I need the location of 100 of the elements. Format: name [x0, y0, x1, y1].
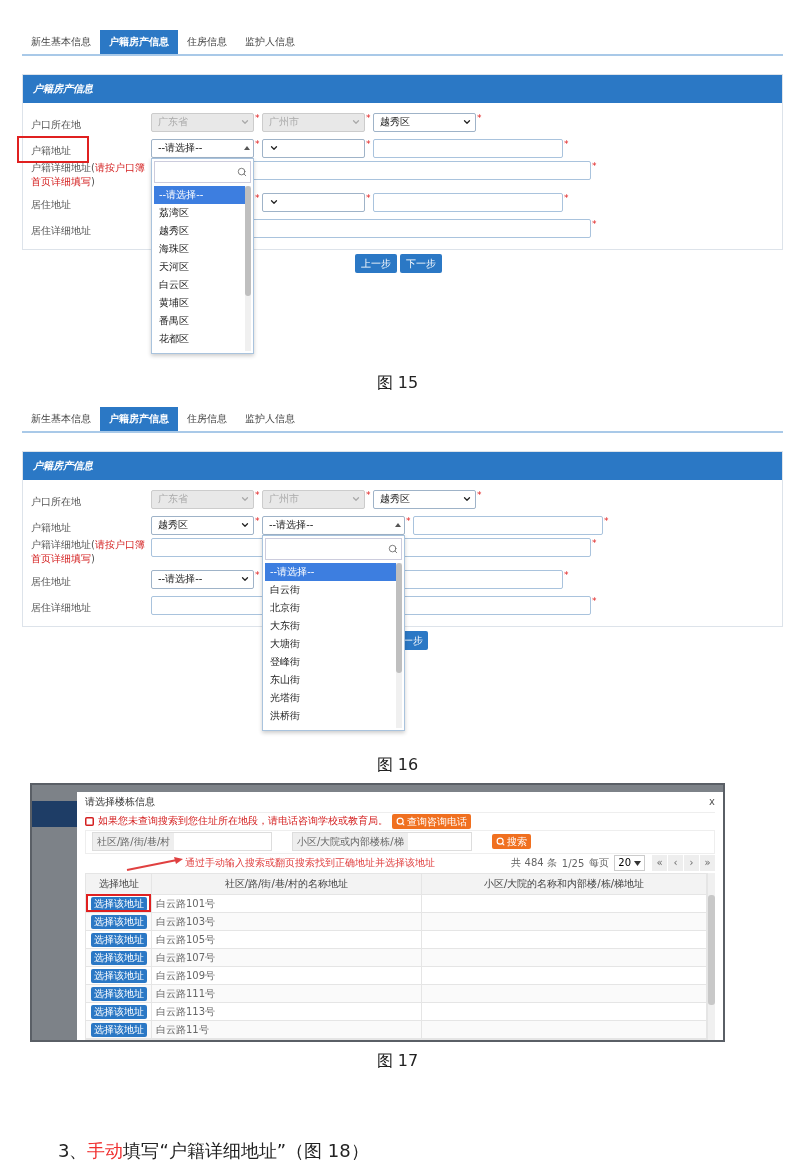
select-field[interactable]: [262, 138, 365, 158]
tab[interactable]: 住房信息: [178, 30, 236, 54]
tab[interactable]: 新生基本信息: [22, 30, 100, 54]
select-address-button[interactable]: 选择该地址: [90, 986, 147, 1001]
caret-icon: [634, 860, 641, 866]
required-mark: *: [255, 112, 261, 123]
step-button[interactable]: 上一步: [355, 254, 397, 273]
table-cell: 白云路109号: [152, 967, 422, 984]
table-cell: 白云路107号: [152, 949, 422, 966]
caret-icon: [395, 523, 401, 527]
chevron-down-icon: [351, 117, 361, 127]
field-label: 户口所在地: [31, 117, 81, 132]
record-count: 共 484 条: [511, 856, 557, 871]
scrollbar-thumb[interactable]: [396, 562, 402, 673]
search-field[interactable]: 社区/路/街/巷/村: [92, 832, 272, 852]
tab[interactable]: 新生基本信息: [22, 407, 100, 431]
dropdown-option[interactable]: --请选择--: [154, 185, 245, 204]
chevron-down-icon: [351, 494, 361, 504]
close-button[interactable]: x: [709, 796, 715, 808]
select-field[interactable]: [262, 192, 365, 212]
step-button[interactable]: 下一步: [400, 254, 442, 273]
select-field[interactable]: 越秀区: [373, 489, 476, 509]
select-field[interactable]: 越秀区: [373, 112, 476, 132]
field-label: 户籍地址: [31, 143, 71, 158]
required-mark: *: [564, 569, 570, 580]
scrollbar[interactable]: [245, 185, 251, 351]
select-field[interactable]: --请选择--: [262, 515, 405, 535]
required-mark: *: [604, 515, 610, 526]
input-field[interactable]: [373, 138, 563, 158]
tab[interactable]: 户籍房产信息: [100, 30, 178, 54]
chevron-down-icon: [240, 494, 250, 504]
search-field[interactable]: [265, 537, 402, 560]
column-header: 社区/路/街/巷/村的名称地址: [152, 874, 422, 894]
select-address-button[interactable]: 选择该地址: [90, 1022, 147, 1037]
chevron-down-icon: [240, 520, 250, 530]
select-field[interactable]: 越秀区: [151, 515, 254, 535]
required-mark: *: [366, 138, 372, 149]
annotation-text: 通过手动输入搜索或翻页搜索找到正确地址并选择该地址: [185, 856, 435, 871]
annotation-arrow-drawing: [125, 854, 185, 873]
figure-caption: 图 15: [376, 372, 419, 394]
pager-button[interactable]: »: [700, 855, 715, 872]
required-mark: *: [592, 538, 598, 548]
search-icon: [388, 543, 398, 554]
required-mark: *: [255, 569, 261, 580]
search-field[interactable]: [154, 160, 251, 183]
select-address-button[interactable]: 选择该地址: [90, 968, 147, 983]
page-size-select[interactable]: 20: [614, 855, 645, 872]
tab[interactable]: 住房信息: [178, 407, 236, 431]
scrollbar-thumb[interactable]: [708, 895, 715, 1005]
select-address-button[interactable]: 选择该地址: [90, 932, 147, 947]
field-label: 户口所在地: [31, 494, 81, 509]
select-address-button[interactable]: 选择该地址: [90, 950, 147, 965]
tab[interactable]: 户籍房产信息: [100, 407, 178, 431]
required-mark: *: [592, 218, 598, 229]
panel-header: 户籍房产信息: [23, 452, 782, 480]
input-field[interactable]: [373, 192, 563, 212]
figure-caption: 图 16: [376, 754, 419, 776]
scrollbar[interactable]: [396, 562, 402, 728]
tab[interactable]: 监护人信息: [236, 407, 304, 431]
field-label: 居住地址: [31, 574, 71, 589]
table-cell: 白云路103号: [152, 913, 422, 930]
notice-text: 如果您未查询搜索到您住址所在地段，请电话咨询学校或教育局。: [98, 814, 388, 829]
select-address-button[interactable]: 选择该地址: [90, 896, 147, 911]
required-mark: *: [255, 192, 261, 203]
chevron-down-icon: [269, 197, 279, 207]
required-mark: *: [592, 595, 598, 606]
table-cell: 白云路105号: [152, 931, 422, 948]
chevron-down-icon: [462, 494, 472, 504]
tab[interactable]: 监护人信息: [236, 30, 304, 54]
pager-button[interactable]: ›: [684, 855, 699, 872]
dropdown-option[interactable]: --请选择--: [265, 562, 396, 581]
page-size-label: 每页: [589, 856, 610, 871]
figure-caption: 图 17: [376, 1050, 419, 1072]
chevron-down-icon: [240, 574, 250, 584]
search-icon: [396, 816, 405, 826]
search-field[interactable]: 小区/大院或内部楼栋/梯: [292, 832, 472, 852]
scrollbar-thumb[interactable]: [245, 185, 251, 296]
scrollbar[interactable]: [708, 873, 715, 1040]
pager-button[interactable]: ‹: [668, 855, 683, 872]
select-field[interactable]: --请选择--: [151, 569, 254, 589]
select-address-button[interactable]: 选择该地址: [90, 1004, 147, 1019]
field-label: 居住详细地址: [31, 223, 91, 238]
search-icon: [237, 166, 247, 177]
required-mark: *: [477, 112, 483, 123]
chevron-down-icon: [269, 143, 279, 153]
table-cell: 白云路11号: [152, 1021, 422, 1038]
table-cell: 白云路113号: [152, 1003, 422, 1020]
required-mark: *: [255, 515, 261, 526]
required-mark: *: [255, 489, 261, 500]
pager-button[interactable]: «: [652, 855, 667, 872]
required-mark: *: [406, 515, 412, 526]
checkbox-icon: [85, 816, 94, 826]
required-mark: *: [564, 138, 570, 149]
required-mark: *: [592, 161, 598, 171]
select-field[interactable]: --请选择--: [151, 138, 254, 158]
input-field[interactable]: [413, 515, 603, 535]
select-address-button[interactable]: 选择该地址: [90, 914, 147, 929]
field-label: 户籍详细地址(请按户口簿首页详细填写): [31, 538, 146, 566]
field-label: 居住详细地址: [31, 600, 91, 615]
field-label: 户籍地址: [31, 520, 71, 535]
